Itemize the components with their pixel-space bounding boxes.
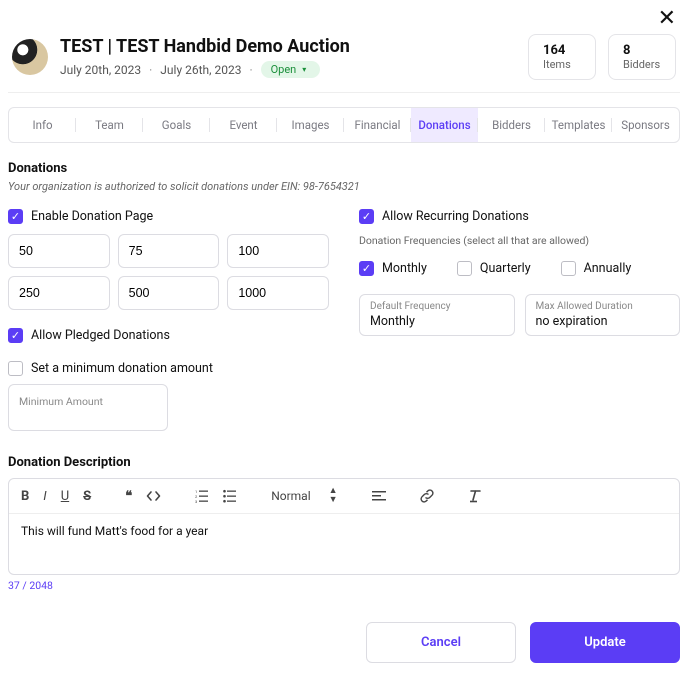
- rich-editor: B I U S ❝ 123 Normal ▲▼: [8, 478, 680, 575]
- freq-monthly-checkbox[interactable]: ✓: [359, 261, 374, 276]
- tab-info[interactable]: Info: [9, 108, 76, 142]
- max-duration-label: Max Allowed Duration: [536, 301, 670, 312]
- freq-quarterly-label: Quarterly: [480, 261, 531, 276]
- avatar: [12, 39, 48, 75]
- pledged-label: Allow Pledged Donations: [31, 328, 170, 343]
- tab-donations[interactable]: Donations: [411, 108, 478, 142]
- cancel-button[interactable]: Cancel: [366, 622, 516, 663]
- quote-icon[interactable]: ❝: [125, 488, 132, 504]
- strike-icon[interactable]: S: [83, 489, 91, 504]
- ein-hint: Your organization is authorized to solic…: [8, 180, 680, 193]
- editor-body[interactable]: This will fund Matt's food for a year: [9, 514, 679, 574]
- enable-donation-label: Enable Donation Page: [31, 209, 153, 224]
- tab-event[interactable]: Event: [210, 108, 277, 142]
- separator-dot: ·: [249, 63, 252, 77]
- char-counter: 37 / 2048: [8, 579, 680, 592]
- underline-icon[interactable]: U: [61, 489, 69, 504]
- max-duration-field[interactable]: Max Allowed Duration no expiration: [525, 294, 681, 336]
- tab-financial[interactable]: Financial: [344, 108, 411, 142]
- donation-amount-3[interactable]: [227, 234, 329, 268]
- tab-goals[interactable]: Goals: [143, 108, 210, 142]
- stat-items: 164 Items: [528, 34, 596, 80]
- stat-bidders-label: Bidders: [623, 58, 661, 71]
- donations-title: Donations: [8, 161, 680, 176]
- freq-annually-label: Annually: [584, 261, 632, 276]
- donation-amount-2[interactable]: [118, 234, 220, 268]
- pledged-checkbox[interactable]: ✓: [8, 328, 23, 343]
- align-icon[interactable]: [372, 489, 386, 503]
- tab-team[interactable]: Team: [76, 108, 143, 142]
- svg-text:3: 3: [195, 499, 197, 503]
- date-start: July 20th, 2023: [60, 63, 141, 77]
- description-title: Donation Description: [8, 455, 680, 470]
- update-button[interactable]: Update: [530, 622, 680, 663]
- page-title: TEST | TEST Handbid Demo Auction: [60, 36, 516, 57]
- heading-select[interactable]: Normal ▲▼: [271, 487, 337, 505]
- status-pill[interactable]: Open ▾: [261, 61, 321, 78]
- freq-hint: Donation Frequencies (select all that ar…: [359, 234, 680, 247]
- bullet-list-icon[interactable]: [223, 489, 237, 503]
- stat-bidders-count: 8: [623, 43, 661, 58]
- tabs: Info Team Goals Event Images Financial D…: [8, 107, 680, 143]
- min-amount-label: Set a minimum donation amount: [31, 361, 213, 376]
- default-frequency-value: Monthly: [370, 314, 504, 329]
- clear-format-icon[interactable]: [468, 489, 483, 503]
- freq-quarterly-checkbox[interactable]: [457, 261, 472, 276]
- stat-bidders: 8 Bidders: [608, 34, 676, 80]
- select-caret-icon: ▲▼: [329, 487, 338, 505]
- separator-dot: ·: [149, 63, 152, 77]
- donation-amount-4[interactable]: [8, 276, 110, 310]
- default-frequency-label: Default Frequency: [370, 301, 504, 312]
- link-icon[interactable]: [420, 489, 434, 503]
- donation-amount-6[interactable]: [227, 276, 329, 310]
- close-icon[interactable]: ✕: [658, 8, 676, 30]
- min-amount-placeholder: Minimum Amount: [19, 395, 157, 408]
- recurring-checkbox[interactable]: ✓: [359, 209, 374, 224]
- tab-images[interactable]: Images: [277, 108, 344, 142]
- enable-donation-checkbox[interactable]: ✓: [8, 209, 23, 224]
- min-amount-field[interactable]: Minimum Amount: [8, 384, 168, 431]
- stat-items-count: 164: [543, 43, 581, 58]
- freq-monthly-label: Monthly: [382, 261, 427, 276]
- bold-icon[interactable]: B: [21, 489, 29, 504]
- stat-items-label: Items: [543, 58, 581, 71]
- freq-annually-checkbox[interactable]: [561, 261, 576, 276]
- tab-bidders[interactable]: Bidders: [478, 108, 545, 142]
- min-amount-checkbox[interactable]: [8, 361, 23, 376]
- tab-sponsors[interactable]: Sponsors: [612, 108, 679, 142]
- donation-amount-1[interactable]: [8, 234, 110, 268]
- recurring-label: Allow Recurring Donations: [382, 209, 529, 224]
- donation-amount-5[interactable]: [118, 276, 220, 310]
- italic-icon[interactable]: I: [43, 489, 46, 504]
- ordered-list-icon[interactable]: 123: [195, 489, 209, 503]
- default-frequency-field[interactable]: Default Frequency Monthly: [359, 294, 515, 336]
- editor-toolbar: B I U S ❝ 123 Normal ▲▼: [9, 479, 679, 514]
- date-end: July 26th, 2023: [160, 63, 241, 77]
- max-duration-value: no expiration: [536, 314, 670, 329]
- status-label: Open: [271, 63, 297, 76]
- code-icon[interactable]: [146, 489, 161, 503]
- page-header: TEST | TEST Handbid Demo Auction July 20…: [8, 30, 680, 93]
- heading-select-label: Normal: [271, 489, 310, 503]
- chevron-down-icon: ▾: [302, 65, 306, 74]
- tab-templates[interactable]: Templates: [545, 108, 612, 142]
